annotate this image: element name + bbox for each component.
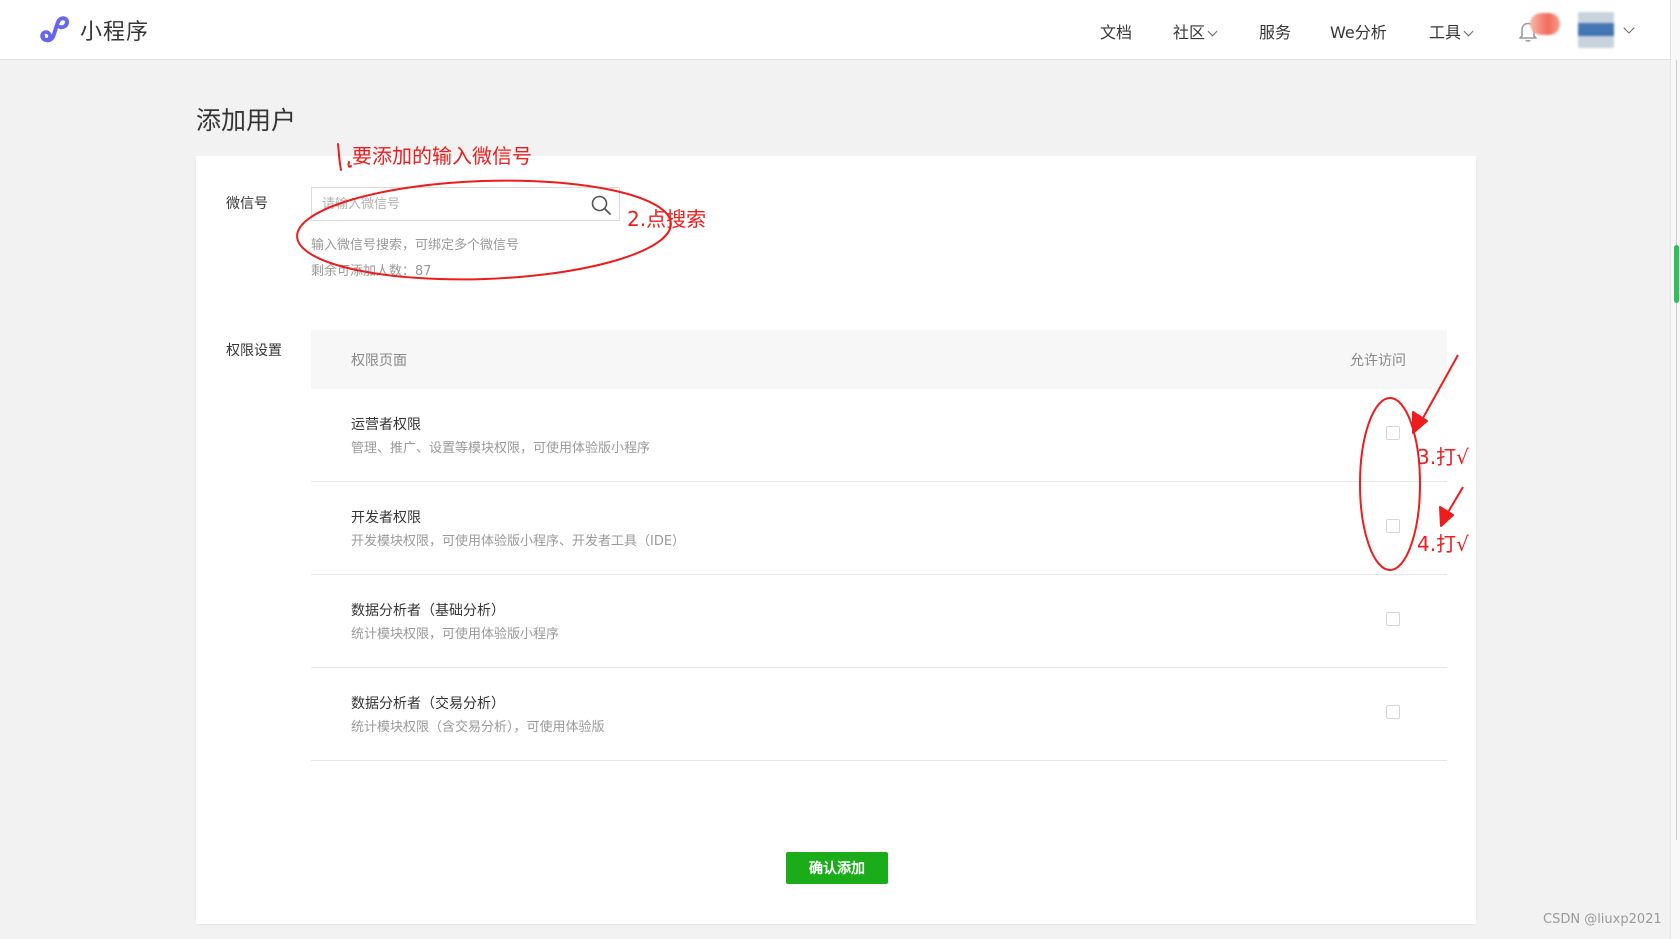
permission-desc: 开发模块权限，可使用体验版小程序、开发者工具（IDE） [351,534,686,549]
mini-program-logo-icon[interactable] [38,14,72,44]
nav-item-docs[interactable]: 文档 [1100,19,1132,43]
nav-label: 社区 [1173,23,1206,42]
permission-title: 运营者权限 [351,417,421,433]
annotation-step2: 2.点搜索 [627,207,707,231]
annotation-step3: 3.打√ [1417,445,1469,469]
chevron-down-icon [1463,26,1474,37]
annotation-step1: 要添加的输入微信号 [352,144,532,168]
permission-row-analyst-trade: 数据分析者（交易分析） 统计模块权限（含交易分析），可使用体验版 [311,668,1447,761]
permission-title: 数据分析者（基础分析） [351,603,505,619]
search-icon[interactable] [590,194,612,216]
scrollbar-thumb[interactable] [1674,245,1679,303]
wechat-id-input[interactable] [322,188,572,220]
permission-checkbox-analyst-trade[interactable] [1386,705,1400,719]
permission-title: 开发者权限 [351,510,421,526]
permission-checkbox-operator[interactable] [1386,426,1400,440]
permission-title: 数据分析者（交易分析） [351,696,505,712]
remaining-count: 剩余可添加人数：87 [311,264,432,279]
nav-item-community[interactable]: 社区 [1173,19,1218,43]
chevron-down-icon [1207,26,1218,37]
brand-name[interactable]: 小程序 [80,14,149,46]
nav-item-we-analysis[interactable]: We分析 [1330,19,1387,43]
chevron-down-icon[interactable] [1623,22,1635,34]
watermark: CSDN @liuxp2021 [1543,912,1662,927]
scrollbar-track [1676,60,1677,840]
nav-label: 文档 [1100,23,1133,42]
nav-item-tools[interactable]: 工具 [1429,19,1474,43]
user-avatar[interactable] [1578,12,1614,48]
column-header-access: 允许访问 [1350,353,1406,369]
permission-settings-label: 权限设置 [226,343,282,359]
nav-label: We分析 [1330,23,1387,42]
wechat-id-label: 微信号 [226,196,268,212]
permission-row-operator: 运营者权限 管理、推广、设置等模块权限，可使用体验版小程序 [311,389,1447,482]
permission-table-header: 权限页面 允许访问 [311,330,1447,389]
notification-badge [1530,13,1560,35]
wechat-search-box [311,187,620,221]
permission-checkbox-developer[interactable] [1386,519,1400,533]
permission-row-analyst-basic: 数据分析者（基础分析） 统计模块权限，可使用体验版小程序 [311,575,1447,668]
nav-label: 服务 [1259,23,1292,42]
wechat-search-hint: 输入微信号搜索，可绑定多个微信号 [311,238,520,253]
nav-label: 工具 [1429,23,1462,42]
permission-row-developer: 开发者权限 开发模块权限，可使用体验版小程序、开发者工具（IDE） [311,482,1447,575]
permission-desc: 管理、推广、设置等模块权限，可使用体验版小程序 [351,441,651,456]
permission-desc: 统计模块权限，可使用体验版小程序 [351,627,560,642]
permission-desc: 统计模块权限（含交易分析），可使用体验版 [351,720,605,735]
page-title: 添加用户 [196,106,297,135]
column-header-page: 权限页面 [351,353,407,369]
permission-checkbox-analyst-basic[interactable] [1386,612,1400,626]
confirm-add-button[interactable]: 确认添加 [786,852,888,884]
top-navigation-bar: 小程序 文档 社区 服务 We分析 工具 [0,0,1680,60]
nav-item-services[interactable]: 服务 [1259,19,1291,43]
page-scrollbar[interactable] [1670,0,1680,939]
annotation-step4: 4.打√ [1417,532,1469,556]
